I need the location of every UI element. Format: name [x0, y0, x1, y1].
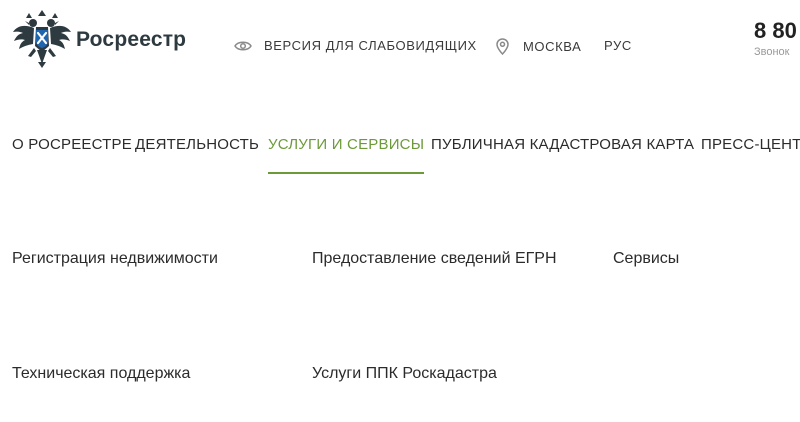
language-label: РУС: [604, 38, 632, 53]
eagle-emblem-icon: [13, 10, 71, 68]
nav-item-press-center[interactable]: ПРЕСС-ЦЕНТР: [701, 136, 800, 172]
logo-link[interactable]: Росреестр: [12, 10, 186, 70]
submenu-item-tech-support[interactable]: Техническая поддержка: [12, 365, 190, 383]
logo-text: Росреестр: [76, 28, 187, 51]
nav-item-services[interactable]: УСЛУГИ И СЕРВИСЫ: [268, 136, 425, 174]
submenu-item-ppk-services[interactable]: Услуги ППК Роскадастра: [312, 365, 497, 383]
eye-icon: [234, 41, 252, 50]
hotline-phone[interactable]: 8 80 Звонок: [754, 18, 797, 58]
region-selector[interactable]: МОСКВА: [496, 38, 581, 55]
vision-version-label: ВЕРСИЯ ДЛЯ СЛАБОВИДЯЩИХ: [264, 38, 477, 53]
submenu-item-services[interactable]: Сервисы: [613, 250, 679, 268]
nav-item-cadastral-map[interactable]: ПУБЛИЧНАЯ КАДАСТРОВАЯ КАРТА: [431, 136, 694, 172]
phone-caption: Звонок: [754, 46, 790, 58]
nav-item-about[interactable]: О РОСРЕЕСТРЕ: [12, 136, 132, 172]
nav-item-activity[interactable]: ДЕЯТЕЛЬНОСТЬ: [135, 136, 259, 172]
location-pin-icon: [496, 38, 509, 55]
site-header: Росреестр ВЕРСИЯ ДЛЯ СЛАБОВИДЯЩИХ МОСКВА…: [0, 0, 800, 90]
language-selector[interactable]: РУС: [604, 38, 632, 53]
phone-number: 8 80: [754, 18, 797, 43]
page: Росреестр ВЕРСИЯ ДЛЯ СЛАБОВИДЯЩИХ МОСКВА…: [0, 0, 800, 422]
submenu-item-registration[interactable]: Регистрация недвижимости: [12, 250, 218, 268]
submenu-item-egrn-info[interactable]: Предоставление сведений ЕГРН: [312, 250, 557, 268]
vision-version-link[interactable]: ВЕРСИЯ ДЛЯ СЛАБОВИДЯЩИХ: [234, 38, 477, 53]
region-label: МОСКВА: [523, 39, 582, 54]
